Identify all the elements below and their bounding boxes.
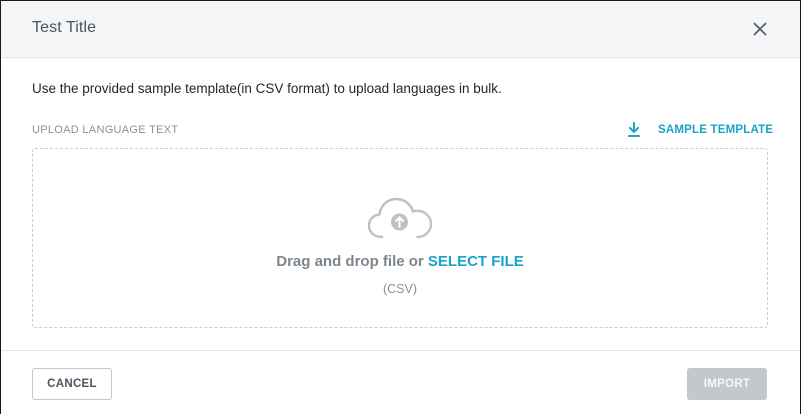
close-button[interactable] — [749, 18, 771, 40]
cancel-button[interactable]: CANCEL — [32, 368, 112, 400]
select-file-link[interactable]: SELECT FILE — [428, 253, 524, 270]
import-button[interactable]: IMPORT — [687, 368, 767, 400]
modal-header: Test Title — [1, 1, 800, 58]
upload-section-label: UPLOAD LANGUAGE TEXT — [32, 124, 179, 136]
close-icon — [753, 22, 767, 36]
upload-modal: Test Title Use the provided sample templ… — [0, 0, 801, 414]
drag-drop-text: Drag and drop file or — [276, 253, 424, 270]
drag-drop-line: Drag and drop file or SELECT FILE — [33, 253, 767, 270]
sample-template-link[interactable]: SAMPLE TEMPLATE — [627, 121, 773, 139]
instructions-text: Use the provided sample template(in CSV … — [32, 81, 502, 96]
file-format-hint: (CSV) — [382, 282, 418, 296]
sample-template-label: SAMPLE TEMPLATE — [658, 124, 774, 136]
download-icon — [627, 122, 641, 138]
cloud-upload-icon — [366, 196, 436, 240]
file-dropzone[interactable]: Drag and drop file or SELECT FILE (CSV) — [32, 148, 768, 328]
modal-title: Test Title — [32, 19, 97, 36]
modal-footer: CANCEL IMPORT — [1, 350, 800, 414]
